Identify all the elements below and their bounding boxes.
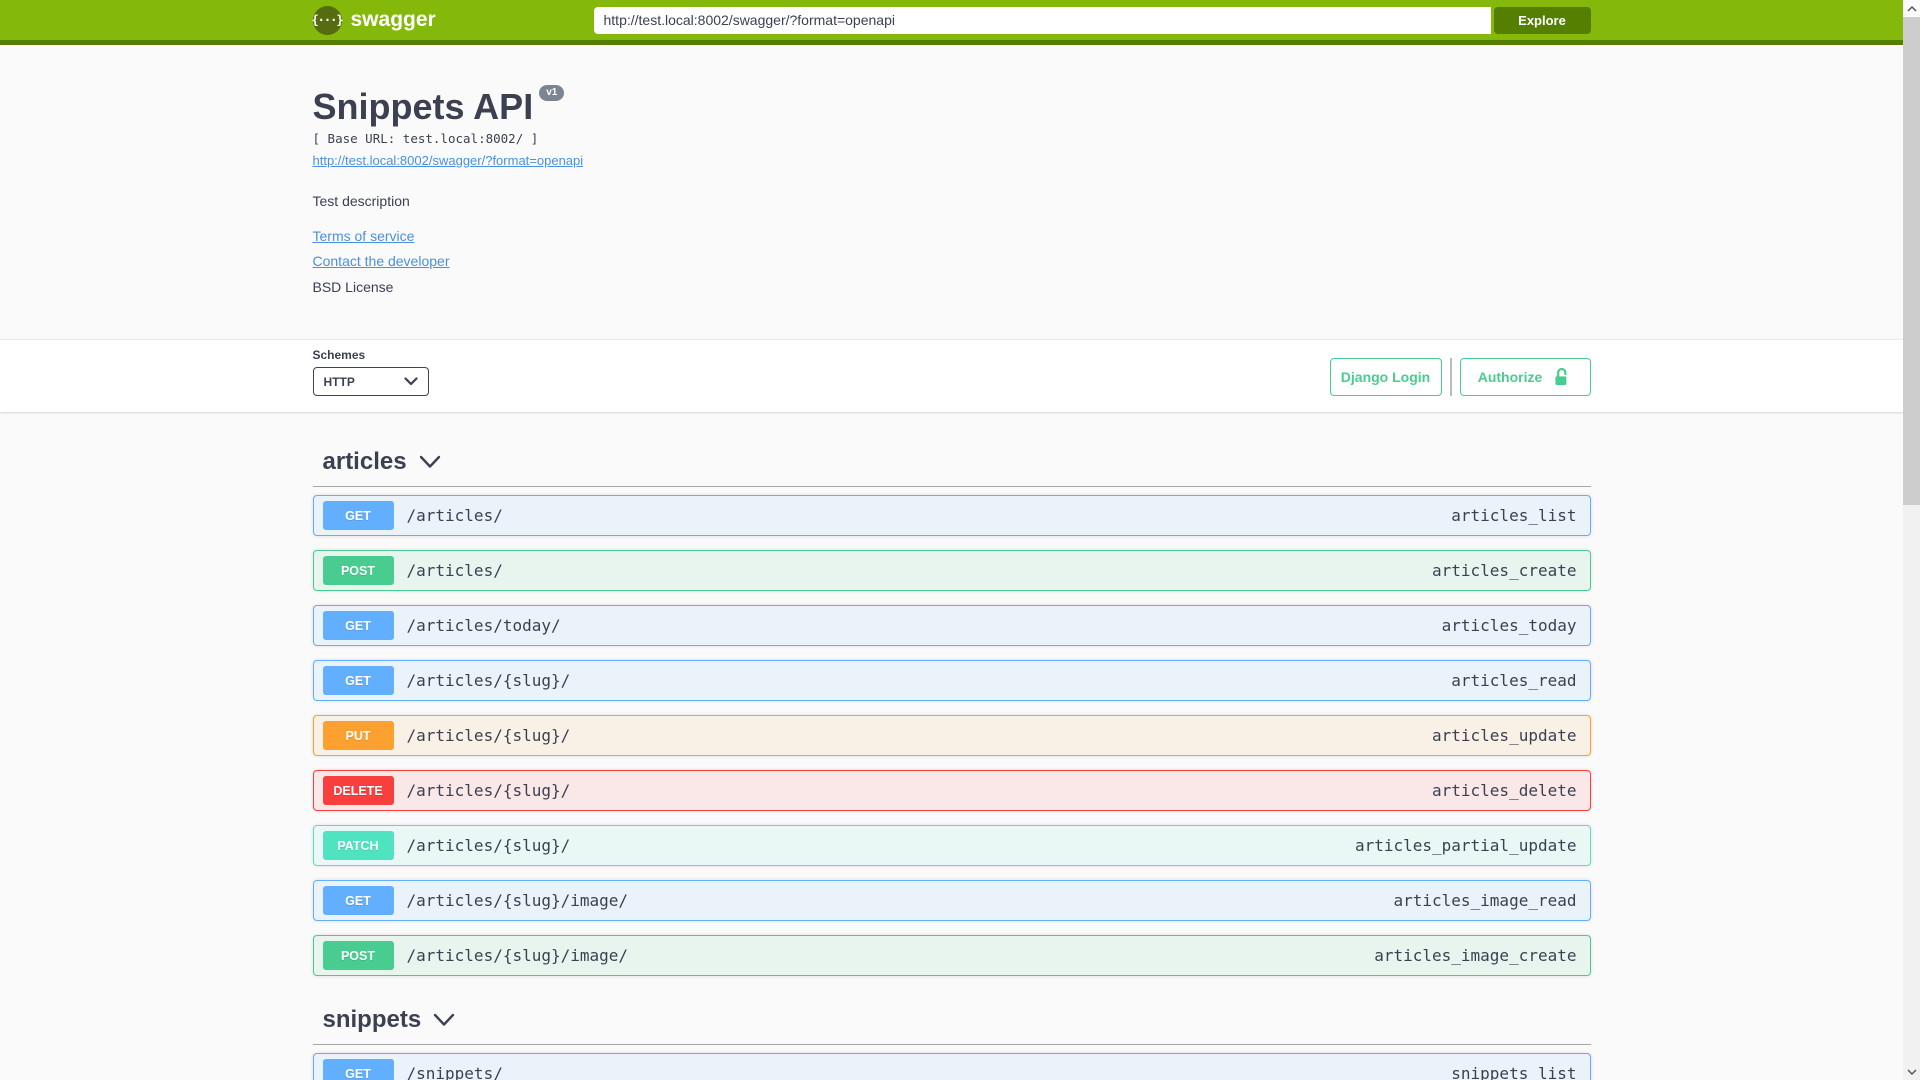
operation-id: articles_update (1432, 726, 1577, 745)
license-label: BSD License (312, 279, 394, 295)
django-login-button[interactable]: Django Login (1329, 358, 1442, 396)
authorize-button[interactable]: Authorize (1459, 358, 1591, 396)
explore-button[interactable]: Explore (1493, 6, 1591, 34)
operations-list: GET /snippets/ snippets_list (312, 1053, 1591, 1080)
operation-id: articles_image_read (1393, 891, 1577, 910)
auth-divider (1449, 358, 1452, 396)
section-title: snippets (322, 1006, 422, 1033)
method-badge: GET (322, 886, 394, 915)
scrollbar-down-button[interactable] (1903, 1063, 1920, 1080)
operation-path: /articles/{slug}/image/ (406, 891, 629, 910)
operation-row[interactable]: POST /articles/ articles_create (312, 550, 1591, 591)
operation-id: articles_image_create (1374, 946, 1577, 965)
topbar: {···} swagger Explore (0, 0, 1903, 45)
version-badge: v1 (539, 85, 565, 101)
operation-id: articles_read (1451, 671, 1577, 690)
swagger-brand[interactable]: {···} swagger (311, 5, 436, 35)
operation-id: articles_create (1432, 561, 1577, 580)
sections: articles GET /articles/ articles_list PO… (312, 445, 1591, 1080)
contact-developer-link[interactable]: Contact the developer (313, 253, 450, 269)
operation-path: /articles/{slug}/image/ (406, 946, 629, 965)
scroll-down-icon (1907, 1069, 1916, 1075)
operation-path: /articles/ (406, 506, 503, 525)
scheme-container: Schemes HTTP Django Login Authorize (0, 339, 1903, 412)
api-section: snippets GET /snippets/ snippets_list (312, 1003, 1591, 1080)
chevron-down-icon (419, 455, 440, 468)
method-badge: GET (322, 1059, 394, 1080)
operations-area: articles GET /articles/ articles_list PO… (0, 412, 1903, 1080)
section-title: articles (322, 448, 407, 475)
schemes-select[interactable]: HTTP (312, 367, 429, 396)
django-login-label: Django Login (1340, 369, 1431, 385)
operation-row[interactable]: GET /snippets/ snippets_list (312, 1053, 1591, 1080)
operation-path: /articles/{slug}/ (406, 836, 571, 855)
section-divider (312, 486, 1591, 487)
base-url: [ Base URL: test.local:8002/ ] (312, 131, 539, 146)
operation-path: /articles/{slug}/ (406, 781, 571, 800)
authorize-label: Authorize (1477, 369, 1543, 385)
method-badge: PUT (322, 721, 394, 750)
operation-path: /articles/{slug}/ (406, 726, 571, 745)
scroll-up-icon (1907, 5, 1916, 11)
scrollbar-up-button[interactable] (1903, 0, 1920, 17)
operation-id: articles_delete (1432, 781, 1577, 800)
auth-wrapper: Django Login Authorize (1329, 358, 1591, 396)
api-info-section: Snippets API v1 [ Base URL: test.local:80… (0, 45, 1903, 339)
operation-row[interactable]: GET /articles/{slug}/image/ articles_ima… (312, 880, 1591, 921)
method-badge: POST (322, 556, 394, 585)
operation-id: snippets_list (1451, 1064, 1577, 1080)
scrollbar-thumb[interactable] (1903, 17, 1920, 505)
method-badge: GET (322, 611, 394, 640)
method-badge: POST (322, 941, 394, 970)
swagger-ui-page: {···} swagger Explore Snippets API v1 [ B… (0, 0, 1903, 1080)
section-divider (312, 1044, 1591, 1045)
scrollbar[interactable] (1903, 0, 1920, 1080)
chevron-down-icon (403, 377, 418, 386)
explore-form: Explore (593, 6, 1591, 34)
method-badge: GET (322, 501, 394, 530)
chevron-down-icon (433, 1013, 455, 1026)
section-header[interactable]: snippets (313, 1003, 1591, 1044)
method-badge: PATCH (322, 831, 394, 860)
operations-list: GET /articles/ articles_list POST /artic… (312, 495, 1591, 976)
spec-url-input[interactable] (593, 6, 1491, 34)
page-title: Snippets API v1 (312, 85, 1591, 127)
operation-path: /articles/{slug}/ (406, 671, 571, 690)
schemes-label: Schemes (312, 348, 366, 362)
brand-name: swagger (350, 8, 436, 31)
operation-path: /articles/today/ (406, 616, 561, 635)
operation-row[interactable]: GET /articles/{slug}/ articles_read (312, 660, 1591, 701)
api-title: Snippets API (312, 86, 534, 127)
operation-id: articles_partial_update (1354, 836, 1577, 855)
spec-link[interactable]: http://test.local:8002/swagger/?format=o… (313, 153, 584, 168)
unlocked-padlock-icon (1555, 367, 1567, 385)
operation-id: articles_today (1441, 616, 1577, 635)
operation-row[interactable]: PATCH /articles/{slug}/ articles_partial… (312, 825, 1591, 866)
method-badge: DELETE (322, 776, 394, 805)
operation-row[interactable]: GET /articles/today/ articles_today (312, 605, 1591, 646)
operation-row[interactable]: POST /articles/{slug}/image/ articles_im… (312, 935, 1591, 976)
api-section: articles GET /articles/ articles_list PO… (312, 445, 1591, 976)
operation-row[interactable]: DELETE /articles/{slug}/ articles_delete (312, 770, 1591, 811)
swagger-logo-icon: {···} (311, 5, 344, 35)
operation-id: articles_list (1451, 506, 1577, 525)
operation-row[interactable]: PUT /articles/{slug}/ articles_update (312, 715, 1591, 756)
method-badge: GET (322, 666, 394, 695)
schemes-selected-value: HTTP (323, 374, 355, 389)
operation-row[interactable]: GET /articles/ articles_list (312, 495, 1591, 536)
section-header[interactable]: articles (313, 445, 1591, 486)
api-description: Test description (312, 193, 410, 209)
operation-path: /articles/ (406, 561, 503, 580)
operation-path: /snippets/ (406, 1064, 503, 1080)
terms-of-service-link[interactable]: Terms of service (313, 228, 415, 244)
